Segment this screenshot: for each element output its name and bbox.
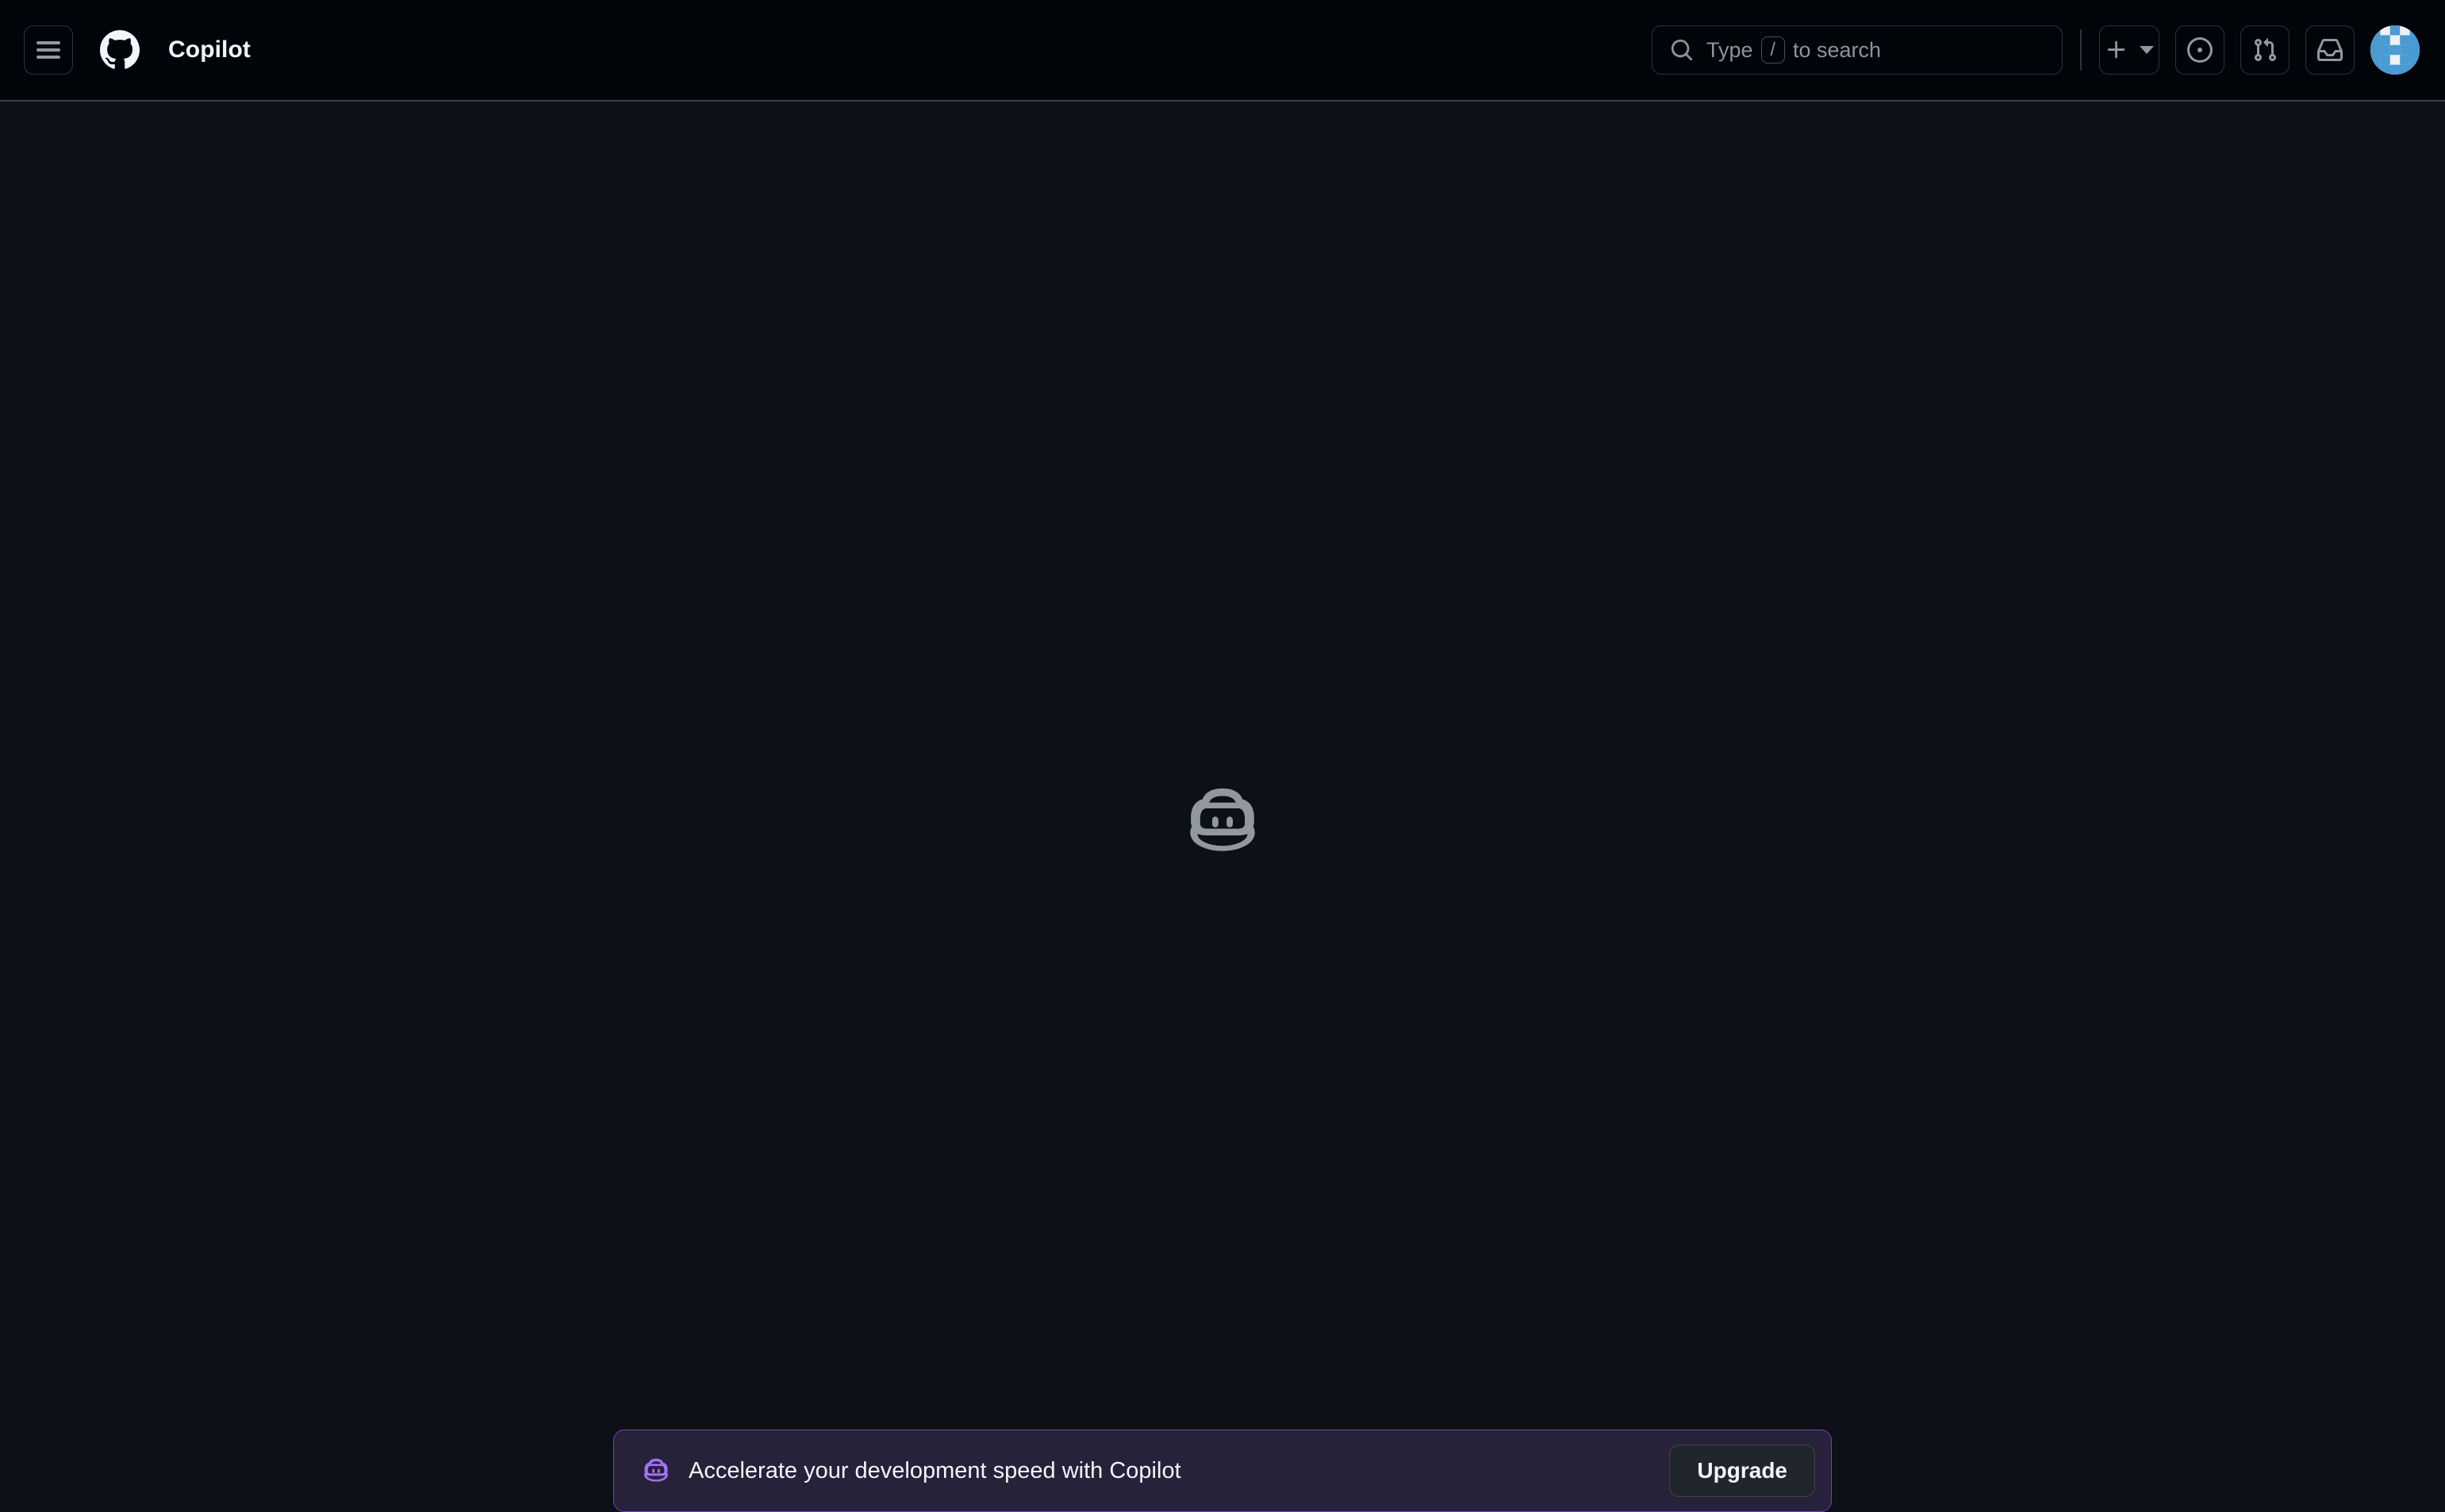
issue-opened-icon [2187,37,2213,63]
copilot-icon [644,1458,668,1482]
search-placeholder-suffix: to search [1792,37,1881,62]
user-avatar[interactable] [2370,25,2420,75]
search-placeholder-prefix: Type [1706,37,1753,62]
pull-requests-button[interactable] [2240,25,2290,75]
upgrade-button[interactable]: Upgrade [1669,1445,1815,1497]
github-logo[interactable] [95,25,144,75]
notifications-button[interactable] [2305,25,2355,75]
hamburger-icon [36,41,60,59]
search-input[interactable]: Type / to search [1652,25,2063,75]
search-shortcut-badge: / [1760,36,1785,64]
copilot-logo [1190,788,1255,851]
create-new-button[interactable] [2099,25,2159,75]
plus-icon [2107,40,2125,59]
main-content: Accelerate your development speed with C… [0,102,2445,1512]
header-divider [2080,29,2082,71]
search-icon [1671,39,1693,61]
search-placeholder: Type / to search [1706,36,1881,64]
header-left-group: Copilot [24,25,251,75]
github-copilot-page: Copilot Type / to search Accelerate your… [0,0,2445,1512]
github-mark-icon [100,30,140,69]
global-header: Copilot Type / to search [0,0,2445,102]
header-right-group: Type / to search [1652,25,2420,75]
chevron-down-icon [2140,46,2154,54]
banner-copilot-icon [641,1456,671,1486]
page-title: Copilot [168,36,251,63]
inbox-icon [2317,39,2343,61]
hamburger-menu-button[interactable] [24,25,73,75]
copilot-empty-state [1181,781,1264,867]
pull-request-icon [2254,38,2277,62]
avatar-identicon-icon [2370,25,2420,75]
banner-message: Accelerate your development speed with C… [689,1457,1181,1483]
issues-button[interactable] [2175,25,2224,75]
copilot-upgrade-banner: Accelerate your development speed with C… [613,1429,1832,1512]
